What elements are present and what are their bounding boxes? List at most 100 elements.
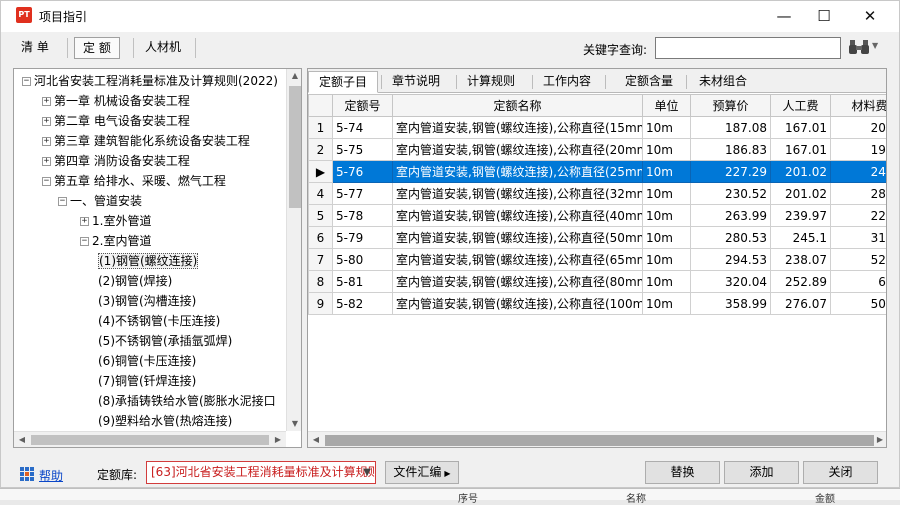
scroll-right-arrow-icon[interactable]: ▶ <box>872 435 886 444</box>
row-number-cell[interactable]: 1 <box>308 116 333 139</box>
quota-code-cell[interactable]: 5-77 <box>332 182 393 205</box>
quota-code-cell[interactable]: 5-78 <box>332 204 393 227</box>
collapse-node-icon[interactable]: − <box>58 197 67 206</box>
expand-node-icon[interactable]: + <box>42 97 51 106</box>
expand-node-icon[interactable]: + <box>42 137 51 146</box>
column-header-budget-price[interactable]: 预算价 <box>690 94 771 117</box>
labor-cost-cell[interactable]: 252.89 <box>770 270 831 293</box>
labor-cost-cell[interactable]: 245.1 <box>770 226 831 249</box>
material-cost-cell[interactable]: 28.01 <box>830 182 886 205</box>
grid-horizontal-scrollbar[interactable]: ◀ ▶ <box>308 431 886 447</box>
row-number-cell[interactable]: 6 <box>308 226 333 249</box>
tab-quota[interactable]: 定 额 <box>74 37 120 59</box>
close-window-button[interactable]: ✕ <box>847 1 893 32</box>
quota-code-cell[interactable]: 5-80 <box>332 248 393 271</box>
material-cost-cell[interactable]: 22.53 <box>830 204 886 227</box>
tab-labor-material-machine[interactable]: 人材机 <box>137 37 189 59</box>
tree-scroll-thumb[interactable] <box>289 86 301 208</box>
quota-code-cell[interactable]: 5-79 <box>332 226 393 249</box>
unit-cell[interactable]: 10m <box>642 138 691 161</box>
table-row[interactable]: ▶ 5-76 室内管道安装,钢管(螺纹连接),公称直径(25mm 10m 227.29 2… <box>308 160 886 183</box>
search-options-chevron-icon[interactable]: ▼ <box>872 41 878 50</box>
tab-unpriced-material[interactable]: 未材组合 <box>689 71 757 93</box>
tree-item[interactable]: (2)钢管(焊接) <box>98 271 172 291</box>
tree-hscroll-thumb[interactable] <box>31 435 269 445</box>
row-number-cell[interactable]: 7 <box>308 248 333 271</box>
close-button[interactable]: 关闭 <box>803 461 878 484</box>
table-row[interactable]: 8 5-81 室内管道安装,钢管(螺纹连接),公称直径(80mm 10m 320.04 2… <box>308 270 886 293</box>
file-summary-button[interactable]: 文件汇编 ▶ <box>385 461 459 484</box>
quota-library-select[interactable]: [63]河北省安装工程消耗量标准及计算规则(2022) ▼ <box>146 461 376 484</box>
tree-vertical-scrollbar[interactable]: ▲ ▼ <box>286 69 301 431</box>
expand-node-icon[interactable]: + <box>42 157 51 166</box>
tab-work-content[interactable]: 工作内容 <box>533 71 601 93</box>
quota-code-cell[interactable]: 5-76 <box>332 160 393 183</box>
row-number-cell[interactable]: 9 <box>308 292 333 315</box>
material-cost-cell[interactable]: 20.07 <box>830 116 886 139</box>
labor-cost-cell[interactable]: 167.01 <box>770 116 831 139</box>
collapse-node-icon[interactable]: − <box>80 237 89 246</box>
scroll-down-arrow-icon[interactable]: ▼ <box>287 419 301 428</box>
tree-item[interactable]: (8)承插铸铁给水管(膨胀水泥接口 <box>98 391 276 411</box>
quota-code-cell[interactable]: 5-81 <box>332 270 393 293</box>
material-cost-cell[interactable]: 50.76 <box>830 292 886 315</box>
unit-cell[interactable]: 10m <box>642 270 691 293</box>
column-header-name[interactable]: 定额名称 <box>392 94 643 117</box>
row-number-cell[interactable]: 5 <box>308 204 333 227</box>
tree-item[interactable]: + 第四章 消防设备安装工程 <box>42 151 190 171</box>
tree-item[interactable]: − 第五章 给排水、采暖、燃气工程 <box>42 171 226 191</box>
table-row[interactable]: 4 5-77 室内管道安装,钢管(螺纹连接),公称直径(32mm 10m 230.52 2… <box>308 182 886 205</box>
table-row[interactable]: 5 5-78 室内管道安装,钢管(螺纹连接),公称直径(40mm 10m 263.99 2… <box>308 204 886 227</box>
labor-cost-cell[interactable]: 201.02 <box>770 182 831 205</box>
labor-cost-cell[interactable]: 276.07 <box>770 292 831 315</box>
labor-cost-cell[interactable]: 167.01 <box>770 138 831 161</box>
column-header-material-cost[interactable]: 材料费 <box>830 94 886 117</box>
tree-item[interactable]: (1)钢管(螺纹连接) <box>98 251 199 271</box>
row-number-cell[interactable]: 2 <box>308 138 333 161</box>
column-header-unit[interactable]: 单位 <box>642 94 691 117</box>
tab-bill[interactable]: 清 单 <box>13 37 57 59</box>
add-button[interactable]: 添加 <box>724 461 799 484</box>
quota-code-cell[interactable]: 5-82 <box>332 292 393 315</box>
quota-name-cell[interactable]: 室内管道安装,钢管(螺纹连接),公称直径(25mm <box>392 160 643 183</box>
collapse-node-icon[interactable]: − <box>42 177 51 186</box>
tree-item[interactable]: (9)塑料给水管(热熔连接) <box>98 411 232 431</box>
binoculars-search-icon[interactable] <box>848 38 870 56</box>
column-header-labor-cost[interactable]: 人工费 <box>770 94 831 117</box>
tree-item[interactable]: + 第一章 机械设备安装工程 <box>42 91 190 111</box>
budget-price-cell[interactable]: 320.04 <box>690 270 771 293</box>
tree-item[interactable]: − 一、管道安装 <box>58 191 142 211</box>
quota-name-cell[interactable]: 室内管道安装,钢管(螺纹连接),公称直径(15mm <box>392 116 643 139</box>
budget-price-cell[interactable]: 263.99 <box>690 204 771 227</box>
scroll-left-arrow-icon[interactable]: ◀ <box>308 435 324 444</box>
tree-item[interactable]: + 第二章 电气设备安装工程 <box>42 111 190 131</box>
tree-item[interactable]: (5)不锈钢管(承插氩弧焊) <box>98 331 232 351</box>
unit-cell[interactable]: 10m <box>642 204 691 227</box>
tree-item[interactable]: (7)铜管(钎焊连接) <box>98 371 196 391</box>
unit-cell[interactable]: 10m <box>642 116 691 139</box>
labor-cost-cell[interactable]: 239.97 <box>770 204 831 227</box>
collapse-node-icon[interactable]: − <box>22 77 31 86</box>
expand-node-icon[interactable]: + <box>42 117 51 126</box>
quota-name-cell[interactable]: 室内管道安装,钢管(螺纹连接),公称直径(80mm <box>392 270 643 293</box>
quota-name-cell[interactable]: 室内管道安装,钢管(螺纹连接),公称直径(65mm <box>392 248 643 271</box>
tab-chapter-notes[interactable]: 章节说明 <box>382 71 450 93</box>
help-grid-icon[interactable] <box>20 467 34 481</box>
budget-price-cell[interactable]: 227.29 <box>690 160 771 183</box>
budget-price-cell[interactable]: 187.08 <box>690 116 771 139</box>
tree-item[interactable]: +1.室外管道 <box>80 211 151 231</box>
unit-cell[interactable]: 10m <box>642 182 691 205</box>
tree-item[interactable]: (6)铜管(卡压连接) <box>98 351 196 371</box>
scroll-up-arrow-icon[interactable]: ▲ <box>287 71 301 80</box>
unit-cell[interactable]: 10m <box>642 248 691 271</box>
table-row[interactable]: 6 5-79 室内管道安装,钢管(螺纹连接),公称直径(50mm 10m 280.53 2… <box>308 226 886 249</box>
row-number-cell[interactable]: 4 <box>308 182 333 205</box>
tab-calc-rules[interactable]: 计算规则 <box>457 71 525 93</box>
tree-item[interactable]: − 河北省安装工程消耗量标准及计算规则(2022) <box>22 71 278 91</box>
keyword-search-input[interactable] <box>655 37 841 59</box>
column-header-code[interactable]: 定额号 <box>332 94 393 117</box>
scroll-left-arrow-icon[interactable]: ◀ <box>14 435 30 444</box>
quota-code-cell[interactable]: 5-74 <box>332 116 393 139</box>
labor-cost-cell[interactable]: 201.02 <box>770 160 831 183</box>
budget-price-cell[interactable]: 230.52 <box>690 182 771 205</box>
